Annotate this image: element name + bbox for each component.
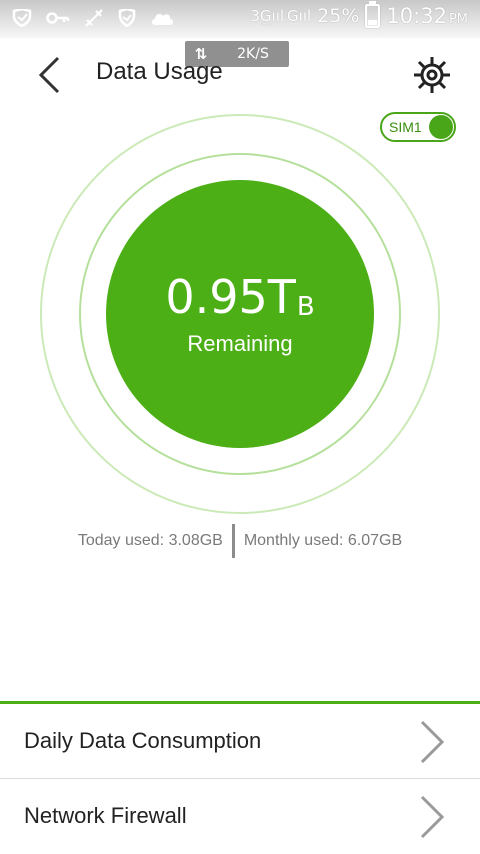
today-used: Today used: 3.08GB [77, 532, 223, 549]
remaining-data-circle[interactable]: 0.95TB Remaining [106, 180, 374, 448]
battery-percent: 25% [317, 5, 360, 27]
remaining-data-unit: B [296, 292, 315, 322]
settings-button[interactable] [410, 53, 454, 97]
clock: 10:32 PM [386, 4, 468, 28]
notification-icons [12, 8, 174, 28]
list-item-label: Daily Data Consumption [24, 728, 262, 753]
daily-data-consumption-item[interactable]: Daily Data Consumption [0, 704, 480, 779]
signal-strength: 3G̲̲ııl G̲ııl [250, 7, 312, 25]
gear-icon [414, 57, 450, 93]
status-indicators: 3G̲̲ııl G̲ııl 25% 10:32 PM [250, 1, 468, 28]
back-button[interactable] [30, 54, 70, 98]
monthly-used: Monthly used: 6.07GB [243, 532, 403, 549]
page-title: Data Usage [96, 58, 223, 85]
remaining-label: Remaining [187, 331, 293, 356]
network-speed-value: 2K/S [237, 46, 269, 62]
clock-time: 10:32 [386, 4, 447, 28]
back-arrow-icon [38, 56, 60, 94]
shield-icon [118, 9, 136, 27]
remaining-data-value: 0.95TB [106, 270, 374, 324]
usage-stats: Today used: 3.08GB Monthly used: 6.07GB [0, 524, 480, 558]
battery-icon [365, 1, 381, 28]
status-bar: 3G̲̲ııl G̲ııl 25% 10:32 PM [0, 0, 480, 38]
airplane-icon [84, 8, 104, 28]
toggle-knob [429, 115, 453, 139]
remaining-data-number: 0.95T [165, 270, 296, 324]
list-item-label: Network Firewall [24, 803, 187, 828]
clock-ampm: PM [448, 12, 468, 27]
usage-divider [231, 524, 235, 558]
sim-label: SIM1 [389, 119, 422, 135]
shield-icon [12, 9, 32, 27]
cloud-icon [150, 10, 174, 26]
chevron-right-icon [420, 795, 445, 839]
key-icon [46, 11, 70, 25]
chevron-right-icon [420, 720, 445, 764]
sim-toggle[interactable]: SIM1 [380, 112, 456, 142]
network-firewall-item[interactable]: Network Firewall [0, 779, 480, 853]
